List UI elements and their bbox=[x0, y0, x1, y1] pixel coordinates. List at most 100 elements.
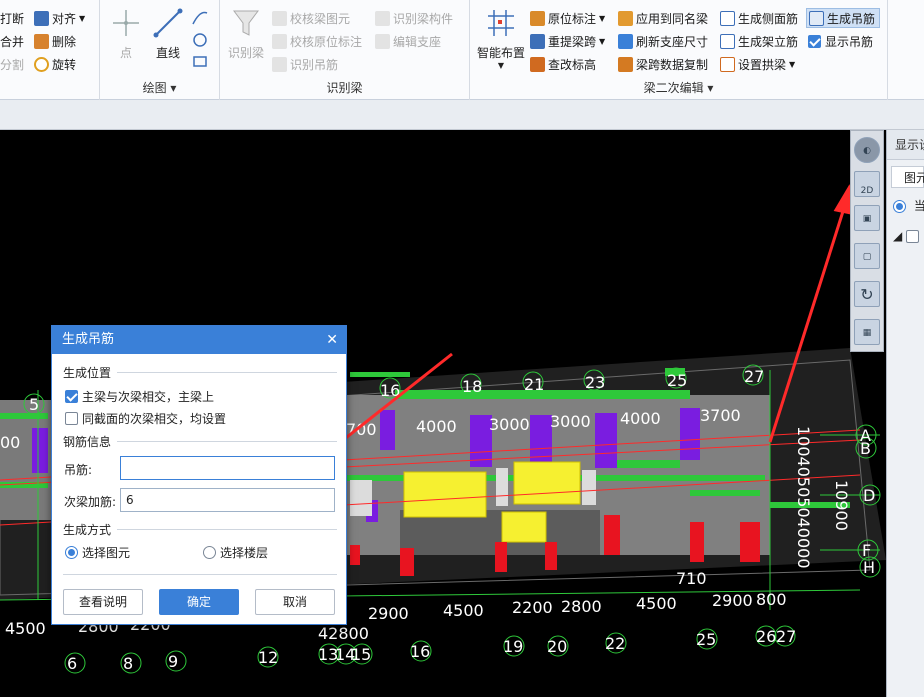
line-button[interactable]: 直线 bbox=[150, 6, 186, 61]
span-bottom-2800-b: 2800 bbox=[561, 597, 602, 616]
component-icon bbox=[375, 10, 390, 26]
point-icon bbox=[113, 10, 139, 36]
view-2d-label: 2D bbox=[860, 186, 874, 196]
delete-button[interactable]: 删除 bbox=[34, 31, 76, 51]
ribbon-group-recognize: 识别梁 校核梁图元 识别梁构件 校核原位标注 编辑支座 识别吊筋 识别梁 bbox=[220, 0, 470, 100]
view-box-icon[interactable]: ▢ bbox=[854, 243, 880, 269]
current-floor-radio[interactable]: 当前 bbox=[887, 194, 924, 218]
recognize-hanger-button[interactable]: 识别吊筋 bbox=[272, 54, 338, 74]
rotate-icon bbox=[34, 56, 49, 72]
close-icon[interactable]: ✕ bbox=[326, 326, 338, 354]
view-3d-cube-icon[interactable]: ▣ bbox=[854, 205, 880, 231]
split-label: 分割 bbox=[0, 57, 25, 72]
ribbon-group-secondary-edit: 智能布置 ▼ 原位标注 ▼ 重提梁跨 ▼ 查改标高 应用到同名梁 刷新支座尺寸 梁跨… bbox=[470, 0, 888, 100]
help-button[interactable]: 查看说明 bbox=[63, 589, 143, 615]
main-secondary-checkbox[interactable]: 主梁与次梁相交，主梁上 bbox=[65, 388, 214, 405]
axis-label-bottom-22: 22 bbox=[605, 634, 625, 653]
recognize-beam-component-button[interactable]: 识别梁构件 bbox=[375, 8, 453, 28]
section-method-label: 生成方式 bbox=[63, 523, 112, 537]
recognize-group-title: 识别梁 bbox=[326, 81, 363, 95]
re-extract-span-button[interactable]: 重提梁跨 ▼ bbox=[530, 31, 605, 51]
section-rebar: 钢筋信息 bbox=[63, 433, 337, 450]
span-top-3700: 3700 bbox=[700, 406, 741, 425]
apply-same-name-button[interactable]: 应用到同名梁 bbox=[618, 8, 708, 28]
draw-group-title[interactable]: 绘图 ▾ bbox=[100, 79, 219, 96]
settings-grid-icon[interactable]: ▦ bbox=[854, 319, 880, 345]
original-label-button[interactable]: 原位标注 ▼ bbox=[530, 8, 605, 28]
cancel-button[interactable]: 取消 bbox=[255, 589, 335, 615]
axis-label-bottom-27: 27 bbox=[776, 627, 796, 646]
tree-row[interactable]: ◢ bbox=[887, 224, 924, 248]
check-elevation-button[interactable]: 查改标高 bbox=[530, 54, 596, 74]
align-button[interactable]: 对齐 ▼ bbox=[34, 8, 85, 28]
edit-support-button[interactable]: 编辑支座 bbox=[375, 31, 441, 51]
original-label-icon bbox=[530, 10, 545, 26]
hanger-rebar-icon bbox=[809, 10, 824, 26]
hanger-label: 吊筋: bbox=[64, 463, 93, 477]
gen-erection-rebar-button[interactable]: 生成架立筋 bbox=[720, 31, 798, 51]
main-secondary-label: 主梁与次梁相交，主梁上 bbox=[82, 390, 215, 404]
smart-layout-button[interactable]: 智能布置 ▼ bbox=[474, 6, 528, 70]
recognize-hanger-label: 识别吊筋 bbox=[290, 57, 339, 72]
section-method: 生成方式 bbox=[63, 521, 337, 538]
eraser-icon bbox=[34, 33, 49, 49]
arch-beam-icon bbox=[720, 56, 735, 72]
split-button[interactable]: 分割 bbox=[0, 54, 24, 74]
section-position-label: 生成位置 bbox=[63, 366, 112, 380]
axis-label-right-B: B bbox=[860, 439, 871, 458]
extra-rebar-input[interactable] bbox=[120, 488, 335, 512]
gen-hanger-button[interactable]: 生成吊筋 bbox=[806, 8, 881, 28]
dims-710: 710 bbox=[676, 569, 707, 588]
check-beam-element-button[interactable]: 校核梁图元 bbox=[272, 8, 350, 28]
axis-label-top-27: 27 bbox=[744, 367, 764, 386]
span-bottom-4500-a: 4500 bbox=[5, 619, 46, 638]
hanger-input[interactable] bbox=[120, 456, 335, 480]
select-floor-radio[interactable]: 选择楼层 bbox=[203, 544, 268, 561]
select-element-radio[interactable]: 选择图元 bbox=[65, 544, 130, 561]
axis-label-bottom-25: 25 bbox=[696, 630, 716, 649]
axis-label-bottom-16: 16 bbox=[410, 642, 430, 661]
secondary-group-title[interactable]: 梁二次编辑 ▾ bbox=[470, 79, 887, 96]
smart-layout-icon bbox=[488, 10, 514, 36]
orbit-icon[interactable]: ◐ bbox=[854, 137, 880, 163]
refresh-support-label: 刷新支座尺寸 bbox=[636, 34, 709, 49]
same-section-checkbox[interactable]: 同截面的次梁相交，均设置 bbox=[65, 410, 226, 427]
axis-label-top-5: 5 bbox=[29, 395, 39, 414]
check-label-icon bbox=[272, 33, 287, 49]
rotate-view-icon[interactable]: ↻ bbox=[854, 281, 880, 307]
recognize-beam-component-label: 识别梁构件 bbox=[393, 11, 454, 26]
tree-checkbox[interactable] bbox=[906, 230, 920, 243]
point-button[interactable]: 点 bbox=[108, 6, 144, 61]
check-original-label-button[interactable]: 校核原位标注 bbox=[272, 31, 362, 51]
check-icon bbox=[272, 10, 287, 26]
draw-group-title-text: 绘图 bbox=[142, 81, 167, 95]
set-arch-beam-button[interactable]: 设置拱梁 ▼ bbox=[720, 54, 795, 74]
axis-label-right-D: D bbox=[863, 486, 875, 505]
axis-label-bottom-8: 8 bbox=[123, 654, 133, 673]
span-data-copy-button[interactable]: 梁跨数据复制 bbox=[618, 54, 708, 74]
checkbox-checked-icon bbox=[65, 390, 78, 403]
span-top-00: 00 bbox=[0, 433, 20, 452]
break-button[interactable]: 打断 bbox=[0, 8, 24, 28]
select-floor-label: 选择楼层 bbox=[220, 546, 269, 560]
show-hanger-checkbox[interactable]: 显示吊筋 bbox=[806, 31, 873, 51]
span-top-3000-a: 3000 bbox=[489, 415, 530, 434]
dialog-titlebar[interactable]: 生成吊筋 ✕ bbox=[52, 326, 346, 354]
line-label: 直线 bbox=[155, 46, 180, 60]
gen-erection-rebar-label: 生成架立筋 bbox=[738, 34, 799, 49]
recognize-beam-button[interactable]: 识别梁 bbox=[226, 6, 266, 61]
view-2d-button[interactable]: 2D bbox=[854, 171, 880, 197]
gen-side-rebar-button[interactable]: 生成侧面筋 bbox=[720, 8, 798, 28]
show-hanger-label: 显示吊筋 bbox=[825, 34, 874, 49]
draw-shapes-icons[interactable] bbox=[190, 8, 210, 72]
merge-button[interactable]: 合并 bbox=[0, 31, 24, 51]
rotate-button[interactable]: 旋转 bbox=[34, 54, 76, 74]
tab-element-display[interactable]: 图元显示 bbox=[891, 166, 924, 188]
ok-button[interactable]: 确定 bbox=[159, 589, 239, 615]
select-element-label: 选择图元 bbox=[82, 546, 131, 560]
refresh-support-button[interactable]: 刷新支座尺寸 bbox=[618, 31, 708, 51]
dims-right-10900: 10900 bbox=[832, 480, 851, 531]
axis-label-right-H: H bbox=[863, 558, 875, 577]
same-section-label: 同截面的次梁相交，均设置 bbox=[82, 412, 227, 426]
axis-label-top-21: 21 bbox=[524, 375, 544, 394]
